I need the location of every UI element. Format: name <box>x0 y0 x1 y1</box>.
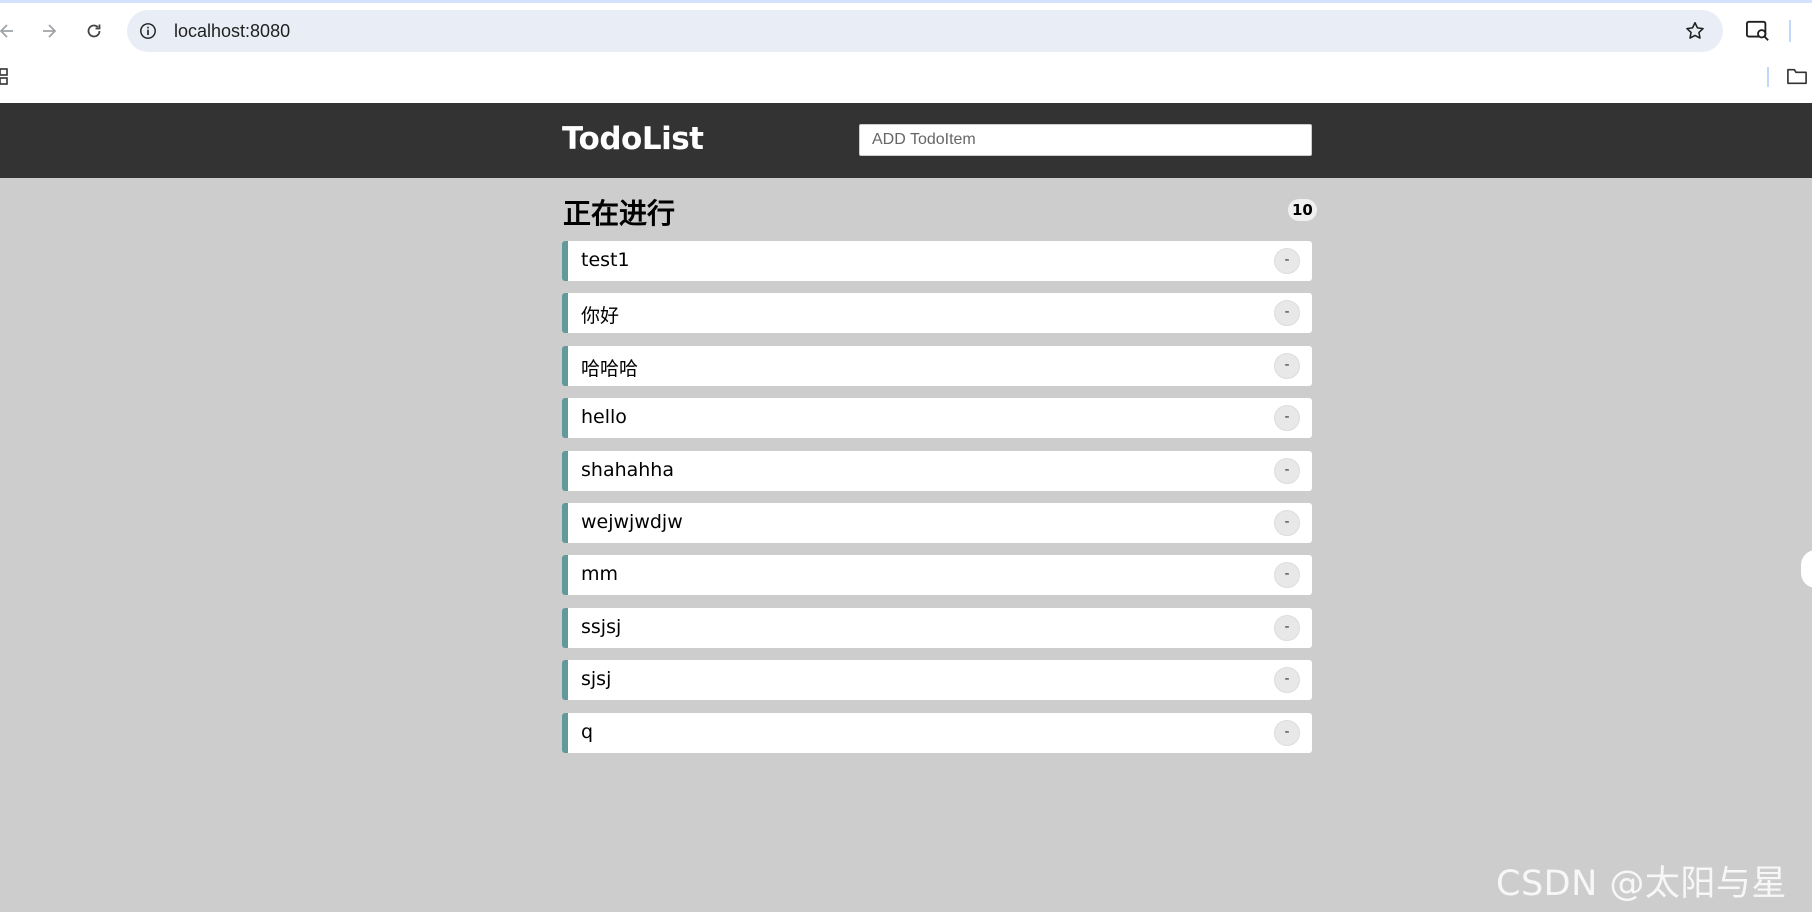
info-icon[interactable] <box>137 20 159 42</box>
delete-button[interactable]: - <box>1274 352 1300 379</box>
toolbar-divider <box>1789 20 1791 42</box>
reload-icon[interactable] <box>79 16 109 46</box>
app-header: TodoList <box>0 103 1812 178</box>
todo-label[interactable]: q <box>581 721 593 743</box>
todo-label[interactable]: wejwjwdjw <box>581 511 683 533</box>
apps-grid-icon[interactable] <box>0 68 12 86</box>
add-todo-input[interactable] <box>859 124 1312 156</box>
todo-item[interactable]: mm - <box>562 555 1312 596</box>
app-title: TodoList <box>562 121 704 157</box>
todo-list: test1 - 你好 - 哈哈哈 - hello - shahahha - we… <box>562 241 1312 765</box>
address-bar[interactable]: localhost:8080 <box>127 10 1723 52</box>
back-arrow-icon[interactable] <box>0 16 22 46</box>
todo-label[interactable]: hello <box>581 406 627 428</box>
todo-label[interactable]: test1 <box>581 249 630 271</box>
delete-button[interactable]: - <box>1274 405 1300 432</box>
todo-label[interactable]: ssjsj <box>581 616 621 638</box>
delete-button[interactable]: - <box>1274 457 1300 484</box>
delete-button[interactable]: - <box>1274 300 1300 327</box>
delete-button[interactable]: - <box>1274 614 1300 641</box>
delete-button[interactable]: - <box>1274 667 1300 694</box>
todo-item[interactable]: ssjsj - <box>562 607 1312 648</box>
todo-count-badge: 10 <box>1288 199 1317 221</box>
todo-item[interactable]: wejwjwdjw - <box>562 502 1312 543</box>
todo-item[interactable]: shahahha - <box>562 450 1312 491</box>
todo-item[interactable]: 哈哈哈 - <box>562 345 1312 386</box>
delete-button[interactable]: - <box>1274 719 1300 746</box>
todo-label[interactable]: 你好 <box>581 301 619 328</box>
todo-item[interactable]: 你好 - <box>562 293 1312 334</box>
bookmarks-bar <box>0 62 1812 92</box>
todo-label[interactable]: mm <box>581 563 618 585</box>
folder-icon[interactable] <box>1786 66 1810 88</box>
side-panel-handle[interactable] <box>1801 550 1812 588</box>
todo-label[interactable]: sjsj <box>581 668 611 690</box>
delete-button[interactable]: - <box>1274 248 1300 274</box>
todo-item[interactable]: q - <box>562 712 1312 753</box>
watermark: CSDN @太阳与星辰 <box>1496 864 1787 904</box>
bookmarks-divider <box>1767 67 1769 87</box>
section-title: 正在进行 <box>563 197 676 230</box>
todo-item[interactable]: test1 - <box>562 241 1312 281</box>
todo-item[interactable]: sjsj - <box>562 660 1312 701</box>
lens-icon[interactable] <box>1744 18 1772 44</box>
tab-strip <box>0 0 1812 3</box>
star-icon[interactable] <box>1683 19 1707 43</box>
url-text[interactable]: localhost:8080 <box>174 21 290 42</box>
todo-label[interactable]: shahahha <box>581 459 674 481</box>
todo-label[interactable]: 哈哈哈 <box>581 354 638 381</box>
delete-button[interactable]: - <box>1274 562 1300 589</box>
todo-item[interactable]: hello - <box>562 398 1312 439</box>
forward-arrow-icon[interactable] <box>34 16 64 46</box>
browser-toolbar: localhost:8080 <box>0 0 1812 103</box>
delete-button[interactable]: - <box>1274 509 1300 536</box>
